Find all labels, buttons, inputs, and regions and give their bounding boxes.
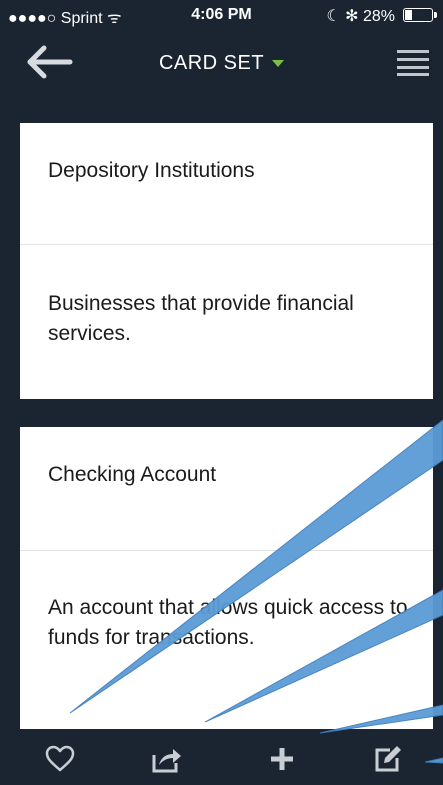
caret-down-icon	[272, 60, 285, 68]
favorite-button[interactable]	[44, 743, 76, 775]
hamburger-menu-icon	[397, 50, 429, 53]
add-card-button[interactable]	[266, 743, 298, 775]
menu-button[interactable]	[397, 50, 429, 76]
share-button[interactable]	[150, 743, 182, 775]
card-divider	[20, 244, 433, 245]
battery-percentage: ☾ ✻ 28%	[326, 8, 395, 25]
plus-icon	[271, 748, 293, 770]
flashcard[interactable]: Checking Account An account that allows …	[20, 427, 433, 729]
edit-icon	[375, 746, 401, 772]
card-definition: Businesses that provide financial servic…	[48, 292, 354, 345]
card-term: Checking Account	[48, 463, 217, 486]
share-icon	[152, 749, 181, 773]
bottom-toolbar	[0, 729, 443, 785]
flashcard[interactable]: Depository Institutions Businesses that …	[20, 123, 433, 399]
heart-icon	[45, 745, 75, 772]
card-term: Depository Institutions	[48, 159, 255, 182]
edit-button[interactable]	[372, 743, 404, 775]
battery-icon	[403, 8, 437, 22]
card-divider	[20, 550, 433, 551]
navigation-bar: CARD SET	[0, 30, 443, 94]
page-title: CARD SET	[158, 52, 265, 74]
card-set-dropdown[interactable]: CARD SET	[0, 52, 443, 75]
status-bar: ●●●●○ Sprint ᯤ 4:06 PM ☾ ✻ 28%	[0, 0, 443, 30]
card-definition: An account that allows quick access to f…	[48, 596, 408, 649]
